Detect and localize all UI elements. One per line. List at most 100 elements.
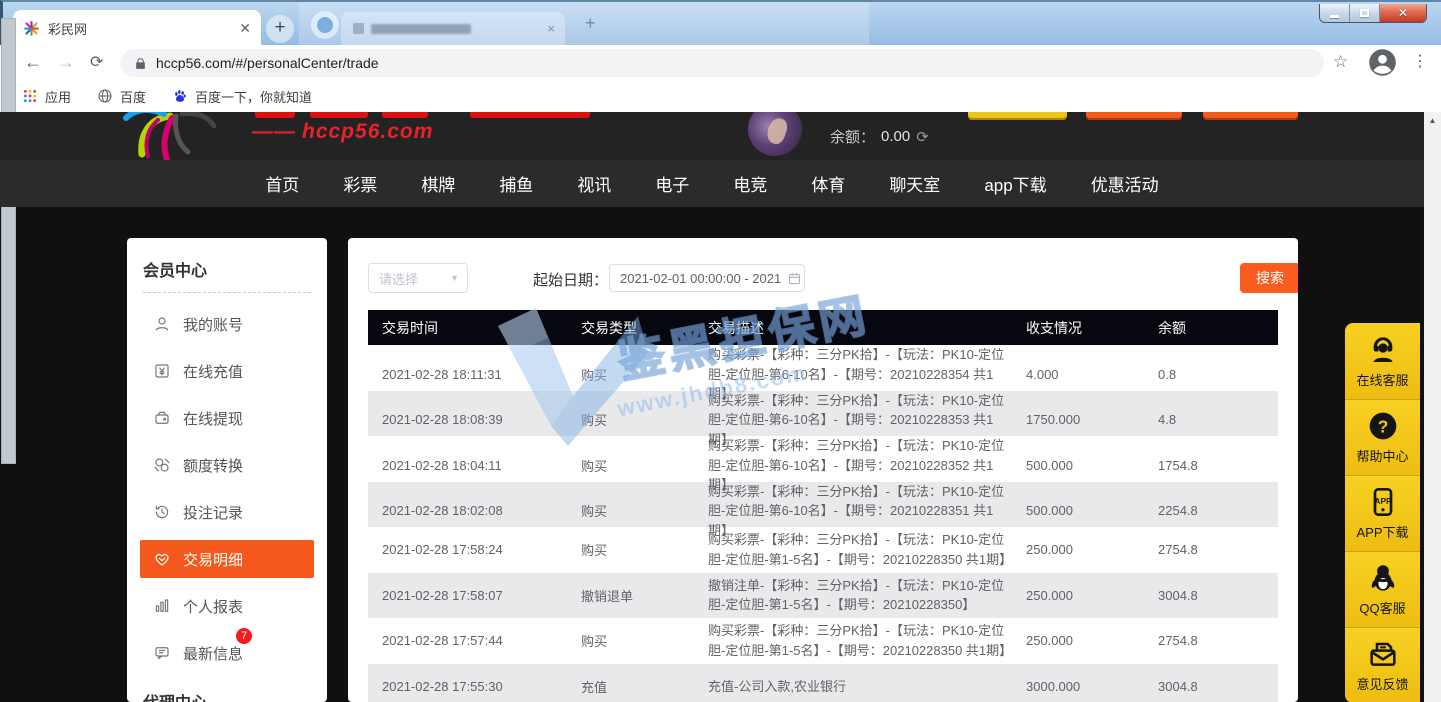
trade-icon [153, 550, 171, 568]
scrollbar-up-icon[interactable]: ▲ [1424, 112, 1441, 129]
bookmark-item-0[interactable]: 应用 [22, 87, 71, 106]
sidebar-item-1[interactable]: 在线充值 [140, 352, 314, 390]
nav-item-10[interactable]: 优惠活动 [1091, 171, 1159, 196]
cell-type: 撤销退单 [567, 586, 694, 605]
cell-balance: 3004.8 [1144, 588, 1278, 603]
sidebar-item-0[interactable]: 我的账号 [140, 305, 314, 343]
sidebar-item-3[interactable]: 额度转换 [140, 446, 314, 484]
window-maximize-button[interactable] [1350, 4, 1380, 22]
calendar-icon[interactable] [787, 271, 802, 286]
globe-icon [97, 88, 113, 104]
table-header-cell: 交易描述 [694, 318, 1012, 338]
logo-dash: —— [252, 120, 296, 143]
nav-item-5[interactable]: 电子 [655, 171, 689, 196]
cell-amount: 250.000 [1012, 542, 1144, 557]
bookmark-item-2[interactable]: 百度一下，你就知道 [172, 87, 312, 106]
nav-item-6[interactable]: 电竞 [733, 171, 767, 196]
search-button[interactable]: 搜索 [1240, 263, 1298, 293]
feedback-icon [1367, 638, 1399, 670]
cell-type: 购买 [567, 456, 694, 475]
balance-refresh-icon[interactable]: ⟳ [916, 128, 929, 146]
member-center-card: 会员中心 我的账号在线充值在线提现额度转换投注记录交易明细个人报表最新信息7 代… [127, 238, 327, 702]
table-row-3: 2021-02-28 18:02:08购买购买彩票-【彩种：三分PK拾】-【玩法… [368, 482, 1278, 528]
sidebar-item-7[interactable]: 最新信息7 [140, 634, 314, 672]
dock-item-3[interactable]: QQ客服 [1345, 551, 1420, 627]
sidebar-title: 会员中心 [127, 238, 327, 292]
table-row-4: 2021-02-28 17:58:24购买购买彩票-【彩种：三分PK拾】-【玩法… [368, 527, 1278, 573]
window-minimize-button[interactable] [1320, 4, 1350, 22]
cell-time: 2021-02-28 17:55:30 [368, 679, 567, 694]
dock-item-4[interactable]: 意见反馈 [1345, 627, 1420, 702]
date-range-input[interactable]: 2021-02-01 00:00:00 - 2021 [609, 264, 805, 292]
nav-item-7[interactable]: 体育 [811, 171, 845, 196]
sidebar-item-5[interactable]: 交易明细 [140, 540, 314, 578]
dock-item-2[interactable]: APPAPP下载 [1345, 475, 1420, 551]
cell-balance: 3004.8 [1144, 679, 1278, 694]
browser-tab[interactable]: 彩民网 ✕ [13, 10, 261, 47]
cell-desc: 购买彩票-【彩种：三分PK拾】-【玩法：PK10-定位胆-定位胆-第1-5名】-… [694, 530, 1012, 569]
nav-item-1[interactable]: 彩票 [343, 171, 377, 196]
dock-item-1[interactable]: ?帮助中心 [1345, 399, 1420, 475]
bookmark-item-1[interactable]: 百度 [97, 87, 146, 106]
site-logo-domain[interactable]: ——hccp56.com [252, 120, 433, 144]
nav-item-2[interactable]: 棋牌 [421, 171, 455, 196]
table-header-cell: 交易类型 [567, 318, 694, 338]
nav-item-8[interactable]: 聊天室 [889, 171, 940, 196]
tab-close-icon[interactable]: ✕ [239, 20, 251, 37]
sidebar-item-4[interactable]: 投注记录 [140, 493, 314, 531]
site-logo-icon[interactable] [112, 112, 232, 160]
withdraw-icon [153, 409, 171, 427]
back-icon[interactable]: ← [24, 52, 42, 73]
header-button-partial-1[interactable] [968, 112, 1067, 120]
cell-type: 购买 [567, 410, 694, 429]
floating-dock: 在线客服?帮助中心APPAPP下载QQ客服意见反馈 [1345, 323, 1420, 702]
table-row-7: 2021-02-28 17:55:30充值充值-公司入款,农业银行3000.00… [368, 664, 1278, 702]
cell-balance: 0.8 [1144, 367, 1278, 382]
cell-amount: 1750.000 [1012, 412, 1144, 427]
background-window-tab: × [341, 12, 565, 47]
cell-desc: 撤销注单-【彩种：三分PK拾】-【玩法：PK10-定位胆-定位胆-第1-5名】-… [694, 576, 1012, 615]
window-close-button[interactable]: ✕ [1380, 4, 1426, 22]
cell-time: 2021-02-28 17:57:44 [368, 633, 567, 648]
trade-panel: 请选择 ▼ 起始日期： 2021-02-01 00:00:00 - 2021 搜… [348, 238, 1298, 702]
svg-text:APP: APP [1374, 497, 1391, 506]
table-header-cell: 收支情况 [1012, 318, 1144, 338]
nav-item-4[interactable]: 视讯 [577, 171, 611, 196]
cell-time: 2021-02-28 18:08:39 [368, 412, 567, 427]
forward-icon[interactable]: → [57, 52, 75, 73]
sidebar-footer-title: 代理中心 [127, 681, 327, 702]
cell-type: 购买 [567, 501, 694, 520]
nav-item-9[interactable]: app下载 [984, 171, 1046, 196]
header-button-partial-3[interactable] [1203, 112, 1298, 120]
url-text: hccp56.com/#/personalCenter/trade [156, 55, 379, 71]
sidebar-item-2[interactable]: 在线提现 [140, 399, 314, 437]
nav-item-3[interactable]: 捕鱼 [499, 171, 533, 196]
lock-icon [134, 57, 147, 70]
page-scrollbar[interactable]: ▲ [1424, 112, 1441, 702]
table-row-1: 2021-02-28 18:08:39购买购买彩票-【彩种：三分PK拾】-【玩法… [368, 391, 1278, 437]
table-row-5: 2021-02-28 17:58:07撤销退单撤销注单-【彩种：三分PK拾】-【… [368, 573, 1278, 619]
apps-grid-icon [22, 88, 38, 104]
table-header-cell: 余额 [1144, 318, 1278, 338]
browser-menu-icon[interactable]: ⋮ [1412, 51, 1428, 71]
user-avatar[interactable] [748, 112, 802, 156]
dock-item-0[interactable]: 在线客服 [1345, 323, 1420, 399]
scrollbar-thumb[interactable] [1, 18, 16, 464]
cell-amount: 3000.000 [1012, 679, 1144, 694]
new-tab-button[interactable]: + [266, 15, 294, 43]
sidebar-item-6[interactable]: 个人报表 [140, 587, 314, 625]
reload-icon[interactable]: ⟳ [90, 52, 103, 72]
svg-text:?: ? [1377, 416, 1388, 436]
screen: × + 彩民网 ✕ + ✕ ← → ⟳ hccp56 [0, 0, 1441, 702]
browser-profile-avatar[interactable] [1368, 48, 1397, 82]
type-select[interactable]: 请选择 ▼ [368, 263, 468, 293]
date-range-label: 起始日期： [533, 269, 608, 290]
header-button-partial-2[interactable] [1086, 112, 1182, 120]
nav-item-0[interactable]: 首页 [265, 171, 299, 196]
balance-display: 余额： 0.00 ⟳ [830, 126, 929, 147]
url-bar[interactable]: hccp56.com/#/personalCenter/trade [120, 49, 1324, 77]
window-controls: ✕ [1319, 4, 1427, 23]
cell-balance: 4.8 [1144, 412, 1278, 427]
bookmark-star-icon[interactable]: ☆ [1333, 52, 1348, 72]
table-header-row: 交易时间交易类型交易描述收支情况余额 [368, 310, 1278, 345]
